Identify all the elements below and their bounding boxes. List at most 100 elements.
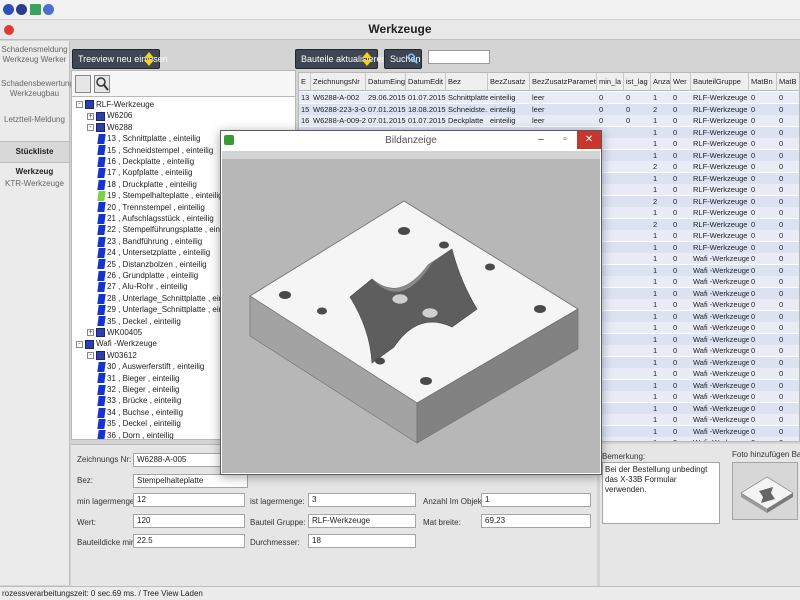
column-header[interactable]: MatB	[777, 73, 799, 91]
magnifier-icon[interactable]	[94, 75, 110, 93]
column-header[interactable]: BezZusatz	[488, 73, 530, 91]
tree-node[interactable]: 20 , Trennstempel , einteilig	[97, 202, 205, 213]
tree-node[interactable]: 13 , Schnittplatte , einteilig	[97, 133, 200, 145]
table-cell: 0	[751, 300, 756, 309]
desc-field[interactable]: Stempelhalteplatte	[133, 474, 248, 488]
table-cell: 0	[779, 219, 784, 229]
tree-node[interactable]: 33 , Brücke , einteilig	[97, 395, 181, 407]
tree-node[interactable]: 21 , Aufschlagsstück , einteilig	[97, 213, 214, 224]
column-header[interactable]: Bez	[446, 73, 488, 91]
table-row[interactable]: 13 W6288-A-002 29.06.2015 01.07.2015 Schnitt…	[299, 92, 799, 103]
expand-icon[interactable]: +	[87, 329, 94, 337]
table-cell: 0	[673, 150, 678, 160]
tree-node[interactable]: - Wafi -Werkzeuge	[76, 338, 157, 349]
tree-node[interactable]: 24 , Untersetzplatte , einteilig	[97, 247, 210, 259]
tree-node[interactable]: 35 , Deckel , einteilig	[97, 418, 181, 430]
mat-width-field[interactable]: 69,23	[481, 514, 591, 528]
tree-node[interactable]: 26 , Grundplatte , einteilig	[97, 270, 198, 281]
table-cell: 07.01.2015	[368, 104, 406, 114]
help-icon[interactable]	[43, 4, 54, 15]
part-photo-thumbnail[interactable]	[732, 462, 798, 520]
table-row[interactable]: 15W6288-223-3-04...07.01.201518.08.2015S…	[299, 103, 799, 115]
thickness-field[interactable]: 22.5	[133, 534, 245, 548]
table-cell: 0	[673, 127, 678, 137]
column-header[interactable]: E	[299, 73, 311, 91]
column-header[interactable]: Wer	[671, 73, 691, 91]
tree-node[interactable]: - W6288	[87, 122, 132, 133]
column-header[interactable]: ist_lag	[624, 73, 651, 91]
nav-item-ktr[interactable]: KTR-Werkzeuge	[0, 179, 69, 189]
column-header[interactable]: min_la	[597, 73, 624, 91]
table-cell: leer	[532, 104, 545, 114]
tree-node[interactable]: 36 , Dorn , einteilig	[97, 430, 174, 439]
tree-node[interactable]: 16 , Deckplatte , einteilig	[97, 156, 194, 167]
tree-node[interactable]: 22 , Stempelführungsplatte , einteilig	[97, 224, 236, 236]
tree-node[interactable]: - W03612	[87, 350, 137, 361]
nav-item-stueckliste[interactable]: Stückliste Werkzeug	[0, 141, 69, 176]
tree-node[interactable]: 35 , Deckel , einteilig	[97, 316, 181, 327]
column-header[interactable]: MatBn	[749, 73, 777, 91]
table-cell: 13	[301, 93, 310, 102]
part-icon	[97, 430, 106, 439]
group-field[interactable]: RLF-Werkzeuge	[308, 514, 416, 528]
table-cell	[624, 230, 651, 241]
tree-node[interactable]: 18 , Druckplatte , einteilig	[97, 179, 197, 190]
tree-node[interactable]: 27 , Alu-Rohr , einteilig	[97, 281, 188, 293]
column-header[interactable]: BezZusatzParameter1	[530, 73, 597, 91]
column-header[interactable]: DatumEing	[366, 73, 406, 91]
settings-icon[interactable]	[3, 4, 14, 15]
tree-node[interactable]: 15 , Schneidstempel , einteilig	[97, 145, 213, 156]
column-header[interactable]: BauteilGruppe	[691, 73, 749, 91]
table-row[interactable]: 16 W6288-A-009-2 07.01.2015 01.07.2015 Deckp…	[299, 115, 799, 126]
min-stock-field[interactable]: 12	[133, 493, 245, 507]
collapse-icon[interactable]: -	[87, 124, 94, 132]
collapse-icon[interactable]: -	[76, 340, 83, 348]
tree-node[interactable]: + W6206	[87, 110, 132, 121]
minimize-icon[interactable]: –	[529, 131, 553, 149]
tree-node[interactable]: - RLF-Werkzeuge	[76, 99, 154, 110]
maximize-icon[interactable]: ▫	[553, 131, 577, 149]
search-input[interactable]	[428, 50, 490, 64]
tree-node[interactable]: + WK00405	[87, 327, 142, 338]
search-button[interactable]: Suchen	[384, 49, 422, 69]
diameter-field[interactable]: 18	[308, 534, 416, 548]
expand-icon[interactable]: +	[87, 112, 94, 120]
tree-node[interactable]: 23 , Bandführung , einteilig	[97, 236, 202, 247]
info-icon[interactable]	[16, 4, 27, 15]
treeview-reload-button[interactable]: Treeview neu einlesen	[72, 49, 168, 69]
tool-icon[interactable]	[75, 75, 91, 93]
count-field[interactable]: 1	[481, 493, 591, 507]
table-cell: W6288-A-009-2	[313, 116, 366, 125]
tree-node[interactable]: 29 , Unterlage_Schnittplatte , einteilig	[97, 304, 240, 316]
list-icon[interactable]	[30, 4, 41, 15]
part-icon	[97, 384, 106, 395]
tree-node[interactable]: 19 , Stempelhalteplatte , einteilig	[97, 190, 223, 202]
stock-field[interactable]: 3	[308, 493, 416, 507]
close-icon[interactable]	[4, 25, 14, 35]
table-cell: 0	[779, 369, 784, 378]
nav-item-letztteil[interactable]: Letztteil-Meldung	[0, 115, 69, 125]
tree-node[interactable]: 28 , Unterlage_Schnittplatte , einteilig	[97, 293, 240, 304]
tree-node[interactable]: 25 , Distanzbolzen , einteilig	[97, 259, 207, 270]
tree-node[interactable]: 32 , Bieger , einteilig	[97, 384, 180, 395]
close-icon[interactable]: ✕	[577, 131, 601, 149]
collapse-icon[interactable]: -	[87, 352, 94, 360]
tree-node[interactable]: 31 , Bieger , einteilig	[97, 373, 180, 384]
tree-node[interactable]: 34 , Buchse , einteilig	[97, 407, 183, 418]
column-header[interactable]: ZeichnungsNr	[311, 73, 366, 91]
update-parts-button[interactable]: Bauteile aktualisieren	[295, 49, 387, 69]
column-header[interactable]: DatumEdit	[406, 73, 446, 91]
tree-node[interactable]: 17 , Kopfplatte , einteilig	[97, 167, 192, 179]
remarks-textarea[interactable]: Bei der Bestellung unbedingt das X-33B F…	[602, 462, 720, 524]
tree-node[interactable]: 30 , Auswerferstift , einteilig	[97, 361, 204, 373]
nav-item-schadensmeldung[interactable]: Schadensmeldung Werkzeug Werker	[0, 45, 69, 65]
table-cell: Wafi -Werkzeuge	[693, 346, 749, 355]
table-cell: 0	[751, 392, 756, 401]
collapse-icon[interactable]: -	[76, 101, 83, 109]
value-field[interactable]: 120	[133, 514, 245, 528]
table-cell: 0	[673, 346, 678, 355]
column-header[interactable]: Anzah	[651, 73, 671, 91]
table-cell: 0	[673, 277, 678, 286]
table-cell: 0	[673, 323, 678, 332]
nav-item-schadensbewertung[interactable]: Schadensbewertung Werkzeugbau	[0, 79, 74, 99]
